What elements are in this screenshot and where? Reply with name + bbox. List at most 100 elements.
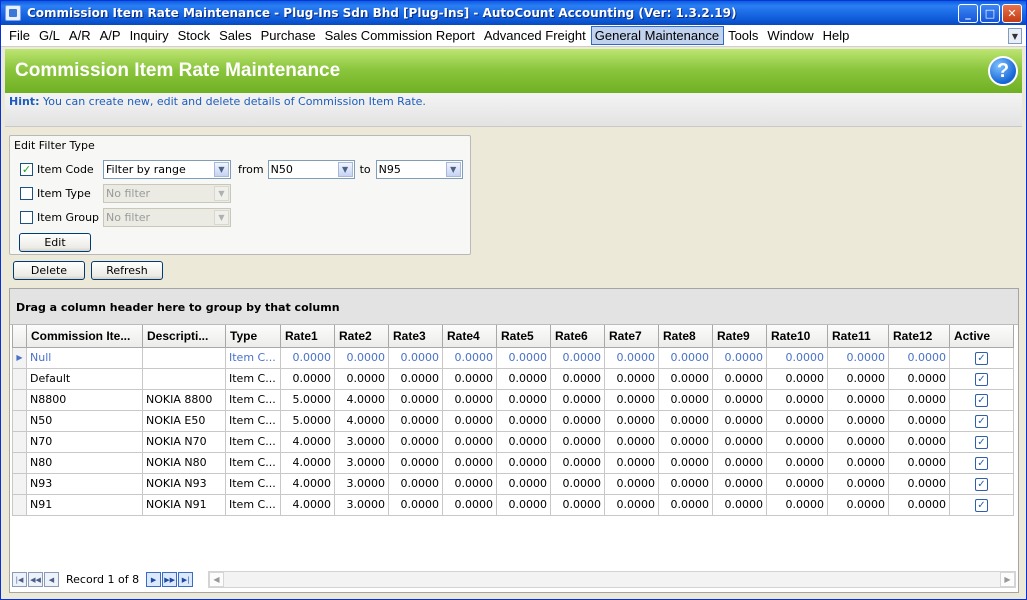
column-header-rate1[interactable]: Rate1 bbox=[280, 325, 335, 348]
table-cell[interactable]: 0.0000 bbox=[550, 367, 605, 390]
chevron-down-icon[interactable]: ▼ bbox=[337, 161, 353, 177]
table-cell[interactable]: 0.0000 bbox=[712, 388, 767, 411]
column-header-descripti[interactable]: Descripti... bbox=[142, 325, 226, 348]
table-cell[interactable]: NOKIA 8800 bbox=[142, 388, 226, 411]
row-pointer-icon[interactable]: ▶ bbox=[12, 346, 27, 369]
table-cell[interactable]: 0.0000 bbox=[442, 388, 497, 411]
table-cell[interactable]: 0.0000 bbox=[496, 367, 551, 390]
table-cell[interactable]: 0.0000 bbox=[766, 493, 828, 516]
table-cell[interactable]: NOKIA N70 bbox=[142, 430, 226, 453]
item-code-checkbox[interactable]: ✓ bbox=[20, 162, 33, 176]
table-cell[interactable]: 0.0000 bbox=[888, 451, 950, 474]
column-header-rate7[interactable]: Rate7 bbox=[604, 325, 659, 348]
table-cell[interactable]: 5.0000 bbox=[280, 409, 335, 432]
table-cell[interactable]: 0.0000 bbox=[442, 409, 497, 432]
row-indicator[interactable] bbox=[12, 493, 27, 516]
table-cell[interactable]: 0.0000 bbox=[334, 367, 389, 390]
table-cell[interactable]: N91 bbox=[26, 493, 143, 516]
table-cell[interactable]: 0.0000 bbox=[550, 409, 605, 432]
table-cell[interactable]: 0.0000 bbox=[658, 493, 713, 516]
active-checkbox[interactable]: ✓ bbox=[975, 435, 988, 449]
table-cell[interactable]: 0.0000 bbox=[604, 472, 659, 495]
table-cell[interactable]: 0.0000 bbox=[712, 472, 767, 495]
menu-item-general-maintenance[interactable]: General Maintenance bbox=[590, 26, 725, 45]
column-header-active[interactable]: Active bbox=[949, 325, 1014, 348]
table-row[interactable]: ▶ Null Item C... 0.0000 0.0000 0.0000 0.0000 0.… bbox=[12, 346, 1014, 369]
menu-item-window[interactable]: Window bbox=[763, 26, 818, 45]
table-cell[interactable]: 4.0000 bbox=[334, 388, 389, 411]
active-checkbox[interactable]: ✓ bbox=[975, 372, 988, 386]
active-cell[interactable]: ✓ bbox=[949, 430, 1014, 453]
scroll-right-icon[interactable]: ▶ bbox=[1000, 572, 1015, 587]
table-cell[interactable]: 0.0000 bbox=[888, 493, 950, 516]
table-cell[interactable]: 3.0000 bbox=[334, 472, 389, 495]
table-cell[interactable]: Item C... bbox=[225, 388, 281, 411]
table-cell[interactable]: 0.0000 bbox=[658, 451, 713, 474]
table-row[interactable]: N91 NOKIA N91 Item C... 4.0000 3.0000 0.0000 0… bbox=[12, 493, 1014, 516]
table-cell[interactable]: 0.0000 bbox=[766, 472, 828, 495]
table-cell[interactable]: 0.0000 bbox=[888, 388, 950, 411]
table-cell[interactable]: Item C... bbox=[225, 451, 281, 474]
table-cell[interactable]: 4.0000 bbox=[334, 409, 389, 432]
table-cell[interactable]: 0.0000 bbox=[658, 430, 713, 453]
column-header-rate3[interactable]: Rate3 bbox=[388, 325, 443, 348]
column-header-type[interactable]: Type bbox=[225, 325, 281, 348]
table-cell[interactable]: 0.0000 bbox=[550, 430, 605, 453]
table-cell[interactable]: 0.0000 bbox=[604, 346, 659, 369]
table-cell[interactable]: 0.0000 bbox=[442, 430, 497, 453]
table-cell[interactable]: 0.0000 bbox=[766, 451, 828, 474]
active-checkbox[interactable]: ✓ bbox=[975, 393, 988, 407]
table-cell[interactable]: 4.0000 bbox=[280, 430, 335, 453]
table-cell[interactable]: 0.0000 bbox=[442, 451, 497, 474]
table-row[interactable]: N8800 NOKIA 8800 Item C... 5.0000 4.0000 0.00… bbox=[12, 388, 1014, 411]
table-cell[interactable]: Item C... bbox=[225, 493, 281, 516]
table-cell[interactable]: 0.0000 bbox=[604, 430, 659, 453]
item-group-filter-select[interactable]: No filter ▼ bbox=[103, 207, 231, 227]
table-cell[interactable]: 0.0000 bbox=[388, 472, 443, 495]
table-cell[interactable]: 0.0000 bbox=[827, 409, 889, 432]
maximize-button[interactable]: □ bbox=[980, 3, 1000, 23]
row-indicator[interactable] bbox=[12, 409, 27, 432]
table-cell[interactable]: 0.0000 bbox=[766, 430, 828, 453]
menu-item-a-r[interactable]: A/R bbox=[65, 26, 96, 45]
table-cell[interactable]: 0.0000 bbox=[550, 493, 605, 516]
menu-item-help[interactable]: Help bbox=[819, 26, 855, 45]
table-cell[interactable]: 0.0000 bbox=[827, 451, 889, 474]
table-cell[interactable]: 0.0000 bbox=[388, 451, 443, 474]
table-cell[interactable]: Item C... bbox=[225, 409, 281, 432]
table-cell[interactable]: 0.0000 bbox=[388, 346, 443, 369]
table-cell[interactable]: 0.0000 bbox=[604, 367, 659, 390]
table-cell[interactable]: Item C... bbox=[225, 367, 281, 390]
first-record-icon[interactable]: |◀ bbox=[12, 572, 27, 587]
table-cell[interactable]: NOKIA N93 bbox=[142, 472, 226, 495]
row-indicator[interactable] bbox=[12, 472, 27, 495]
column-header-rate4[interactable]: Rate4 bbox=[442, 325, 497, 348]
row-indicator[interactable] bbox=[12, 367, 27, 390]
help-icon[interactable]: ? bbox=[988, 56, 1018, 86]
table-cell[interactable]: 0.0000 bbox=[658, 367, 713, 390]
menu-item-a-p[interactable]: A/P bbox=[96, 26, 126, 45]
item-type-checkbox[interactable] bbox=[20, 186, 33, 200]
menu-item-sales[interactable]: Sales bbox=[215, 26, 257, 45]
table-cell[interactable]: 0.0000 bbox=[604, 493, 659, 516]
table-cell[interactable]: Item C... bbox=[225, 430, 281, 453]
table-cell[interactable]: 0.0000 bbox=[496, 346, 551, 369]
active-cell[interactable]: ✓ bbox=[949, 388, 1014, 411]
minimize-button[interactable]: _ bbox=[958, 3, 978, 23]
table-cell[interactable]: 0.0000 bbox=[827, 388, 889, 411]
table-cell[interactable]: 0.0000 bbox=[827, 430, 889, 453]
table-cell[interactable]: NOKIA N80 bbox=[142, 451, 226, 474]
active-cell[interactable]: ✓ bbox=[949, 367, 1014, 390]
table-cell[interactable]: 0.0000 bbox=[658, 409, 713, 432]
chevron-down-icon[interactable]: ▼ bbox=[1008, 28, 1022, 44]
column-header-rate10[interactable]: Rate10 bbox=[766, 325, 828, 348]
table-cell[interactable]: 3.0000 bbox=[334, 430, 389, 453]
last-record-icon[interactable]: ▶| bbox=[178, 572, 194, 587]
active-cell[interactable]: ✓ bbox=[949, 451, 1014, 474]
table-cell[interactable]: 0.0000 bbox=[388, 388, 443, 411]
item-group-checkbox[interactable] bbox=[20, 210, 33, 224]
column-header-rate8[interactable]: Rate8 bbox=[658, 325, 713, 348]
chevron-down-icon[interactable]: ▼ bbox=[214, 161, 229, 177]
table-cell[interactable]: 0.0000 bbox=[827, 367, 889, 390]
table-cell[interactable]: 0.0000 bbox=[496, 388, 551, 411]
